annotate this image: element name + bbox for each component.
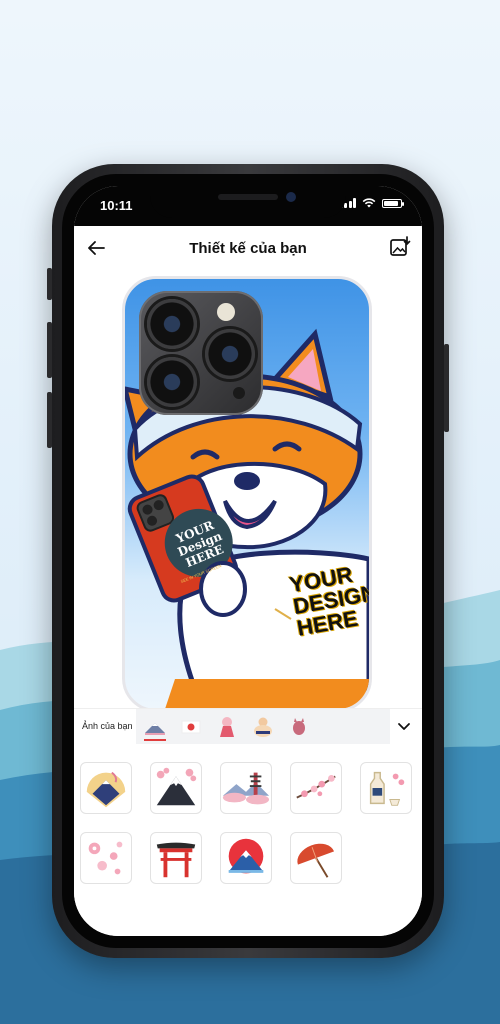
case-camera-bump: [139, 291, 263, 415]
status-icons: [339, 198, 404, 208]
camera-flash: [217, 303, 235, 321]
phone-notch: [150, 186, 346, 218]
sticker-paper-umbrella[interactable]: [290, 832, 342, 884]
tab-sumo[interactable]: [250, 715, 276, 739]
active-tab-indicator: [144, 739, 166, 741]
sticker-sakura-branch[interactable]: [290, 762, 342, 814]
tab-japan-flag[interactable]: [178, 715, 204, 739]
case-preview[interactable]: YOUR Design HERE SEE IN YOUR SCREEN YOUR…: [74, 270, 422, 712]
app-screen: 10:11 Thiết kế của bạn YOUR Design HERE …: [74, 186, 422, 936]
sticker-torii-gate[interactable]: [150, 832, 202, 884]
torii-gate-sticker: [156, 842, 196, 878]
fuji-sunrise-sticker: [228, 838, 264, 874]
image-download-icon[interactable]: [388, 235, 412, 259]
pagoda-landscape-sticker: [222, 772, 270, 805]
shirt-print-text: YOUR DESIGN HERE: [288, 560, 369, 641]
chevron-down-icon[interactable]: [396, 718, 412, 734]
sticker-sakura-petals[interactable]: [80, 832, 132, 884]
sticker-fuji-sakura[interactable]: [150, 762, 202, 814]
front-camera: [286, 192, 296, 202]
camera-lens-3: [147, 357, 197, 407]
page-title: Thiết kế của bạn: [189, 240, 307, 257]
tab-japan-landmark[interactable]: [142, 715, 168, 739]
camera-lens-2: [205, 329, 255, 379]
status-time: 10:11: [100, 198, 133, 213]
paper-umbrella-sticker: [297, 843, 335, 878]
camera-lens-1: [147, 299, 197, 349]
sake-bottle-sticker: [369, 771, 405, 806]
sakura-petals-sticker: [88, 841, 123, 875]
app-bar: Thiết kế của bạn: [74, 226, 422, 270]
tab-your-photos[interactable]: Ảnh của bạn: [82, 721, 133, 731]
phone-side-button: [47, 268, 52, 300]
notch-speaker: [218, 194, 278, 200]
sticker-fuji-fan[interactable]: [80, 762, 132, 814]
sticker-fuji-sunrise[interactable]: [220, 832, 272, 884]
sticker-pagoda-landscape[interactable]: [220, 762, 272, 814]
sticker-sake-bottle[interactable]: [360, 762, 412, 814]
fuji-fan-sticker: [86, 771, 126, 808]
tab-kimono-girl[interactable]: [214, 715, 240, 739]
sakura-branch-sticker: [296, 775, 336, 799]
wifi-icon: [362, 198, 376, 208]
phone-case-frame: YOUR Design HERE SEE IN YOUR SCREEN YOUR…: [122, 276, 372, 712]
camera-sensor: [233, 387, 245, 399]
phone-power-button: [444, 344, 449, 432]
tab-oni-mask[interactable]: [286, 715, 312, 739]
sticker-grid: [74, 744, 422, 936]
sticker-category-tabs: Ảnh của bạn: [74, 708, 422, 746]
phone-volume-down: [47, 392, 52, 448]
fuji-sakura-sticker: [156, 767, 197, 806]
battery-icon: [382, 198, 404, 208]
phone-volume-up: [47, 322, 52, 378]
category-thumbnail-strip: [136, 709, 390, 745]
